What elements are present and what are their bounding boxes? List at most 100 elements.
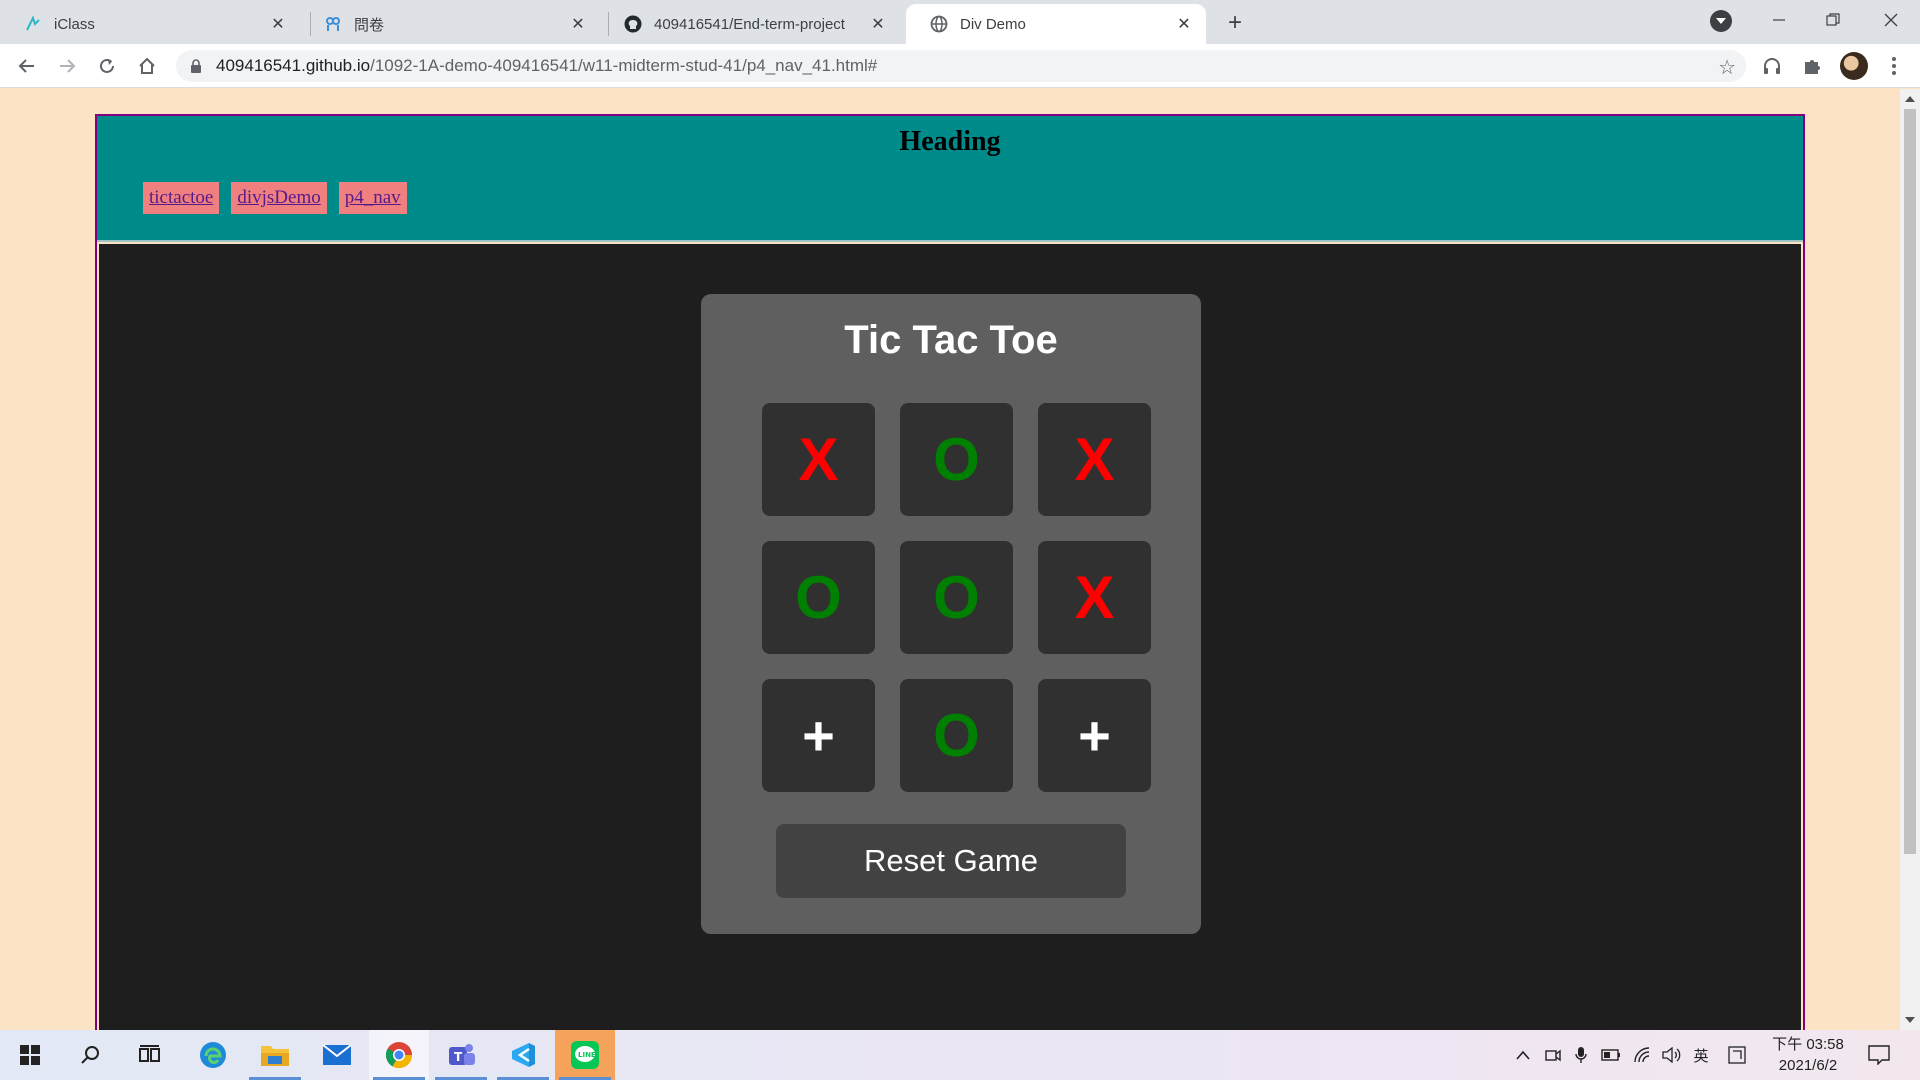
forward-button[interactable] [52,51,82,81]
tab-title: Div Demo [960,15,1026,33]
extension-button[interactable] [1760,54,1784,78]
nav-link-p4-nav[interactable]: p4_nav [338,182,407,214]
tab-title: 409416541/End-term-project [654,15,845,33]
board-cell[interactable]: X [762,403,875,516]
game-area: Tic Tac Toe X O X O O X + O + Reset Game [99,244,1801,1030]
chevron-down-icon [1716,18,1726,24]
back-button[interactable] [12,51,42,81]
microphone-icon[interactable] [1570,1044,1592,1066]
clock-period: 下午 [1772,1036,1803,1053]
browser-menu-button[interactable] [1882,54,1906,78]
close-icon [1884,13,1898,27]
minimize-icon [1773,19,1785,21]
board-cell[interactable]: X [1038,541,1151,654]
taskbar-edge[interactable] [183,1030,243,1080]
url-path: /1092-1A-demo-409416541/w11-midterm-stud… [370,56,878,75]
board-cell[interactable]: O [900,403,1013,516]
windows-taskbar: T LINE 英 下午 03:58 2021/6/2 [0,1030,1920,1080]
url-host: 409416541.github.io [216,56,371,75]
teams-icon: T [449,1044,475,1065]
game-title: Tic Tac Toe [844,318,1058,362]
taskbar-file-explorer[interactable] [245,1030,305,1080]
nav-link-tictactoe[interactable]: tictactoe [143,182,220,214]
page-scrollbar[interactable] [1900,89,1920,1030]
browser-tab-strip: iClass ✕ 問卷 ✕ 409416541/End-term-project… [0,0,1920,44]
board-cell[interactable]: O [900,679,1013,792]
board-cell[interactable]: O [762,541,875,654]
taskbar-clock[interactable]: 下午 03:58 2021/6/2 [1770,1034,1846,1076]
github-icon [624,15,642,33]
board-cell[interactable]: X [1038,403,1151,516]
clock-date: 2021/6/2 [1778,1057,1838,1074]
search-button[interactable] [60,1030,120,1080]
tab-search-button[interactable] [1710,10,1732,32]
taskbar-teams[interactable]: T [431,1030,491,1080]
survey-icon [324,15,342,33]
new-tab-button[interactable]: + [1220,8,1250,38]
taskbar-line[interactable]: LINE [555,1030,615,1080]
notification-center-button[interactable] [1868,1044,1890,1066]
nav-link-divjsdemo[interactable]: divjsDemo [231,182,327,214]
page-viewport: Heading tictactoe divjsDemo p4_nav Tic T… [0,89,1900,1030]
board-cell[interactable]: + [1038,679,1151,792]
iclass-icon [24,15,42,33]
close-icon[interactable]: ✕ [1174,14,1194,34]
start-button[interactable] [0,1030,60,1080]
svg-text:T: T [454,1050,463,1064]
reload-icon [100,58,114,73]
task-view-button[interactable] [120,1030,180,1080]
ime-indicator[interactable]: 英 [1690,1044,1712,1066]
board-cell[interactable]: O [900,541,1013,654]
volume-icon[interactable] [1661,1044,1683,1066]
notification-icon [1868,1045,1890,1065]
bookmark-star-icon[interactable]: ☆ [1718,55,1736,80]
restore-button[interactable] [1806,0,1860,40]
clock-time: 03:58 [1806,1036,1844,1053]
restore-icon [1826,13,1840,26]
game-board: X O X O O X + O + [762,403,1151,792]
tab-survey[interactable]: 問卷 ✕ [300,4,600,44]
window-close-button[interactable] [1864,0,1918,40]
profile-avatar[interactable] [1840,52,1868,80]
taskbar-vscode[interactable] [493,1030,553,1080]
tab-iclass[interactable]: iClass ✕ [0,4,300,44]
scroll-up-arrow-icon[interactable] [1905,96,1915,102]
tic-tac-toe-card: Tic Tac Toe X O X O O X + O + Reset Game [701,294,1201,934]
tab-div-demo[interactable]: Div Demo ✕ [906,4,1206,44]
close-icon[interactable]: ✕ [568,14,588,34]
home-button[interactable] [132,51,162,81]
close-icon[interactable]: ✕ [268,14,288,34]
line-app-icon: LINE [571,1041,599,1069]
windows-logo-icon [20,1045,40,1065]
taskbar-chrome[interactable] [369,1030,429,1080]
page-heading: Heading [899,126,1001,157]
vscode-icon [512,1043,535,1067]
folder-icon [261,1046,289,1066]
ime-mode-icon[interactable] [1726,1044,1748,1066]
globe-icon [930,15,948,33]
board-cell[interactable]: + [762,679,875,792]
scroll-down-arrow-icon[interactable] [1905,1017,1915,1023]
taskbar-mail[interactable] [307,1030,367,1080]
edge-icon [200,1042,226,1068]
reset-game-button[interactable]: Reset Game [776,824,1126,898]
arrow-right-icon [60,59,76,73]
tab-title: 問卷 [354,16,385,34]
address-bar[interactable]: 409416541.github.io/1092-1A-demo-4094165… [176,50,1746,82]
chrome-icon [385,1042,413,1069]
close-icon[interactable]: ✕ [868,14,888,34]
mail-icon [322,1044,352,1065]
chevron-up-icon[interactable] [1512,1044,1534,1066]
tab-github[interactable]: 409416541/End-term-project ✕ [600,4,900,44]
scrollbar-thumb[interactable] [1904,109,1916,854]
more-vert-icon [1892,57,1896,75]
reload-button[interactable] [92,51,122,81]
search-icon [81,1046,99,1064]
camera-icon[interactable] [1542,1044,1564,1066]
minimize-button[interactable] [1752,0,1806,40]
extensions-menu-button[interactable] [1800,54,1824,78]
wifi-icon[interactable] [1632,1044,1654,1066]
nav-links: tictactoe divjsDemo p4_nav [143,182,407,214]
home-icon [139,57,155,74]
battery-icon[interactable] [1600,1044,1622,1066]
